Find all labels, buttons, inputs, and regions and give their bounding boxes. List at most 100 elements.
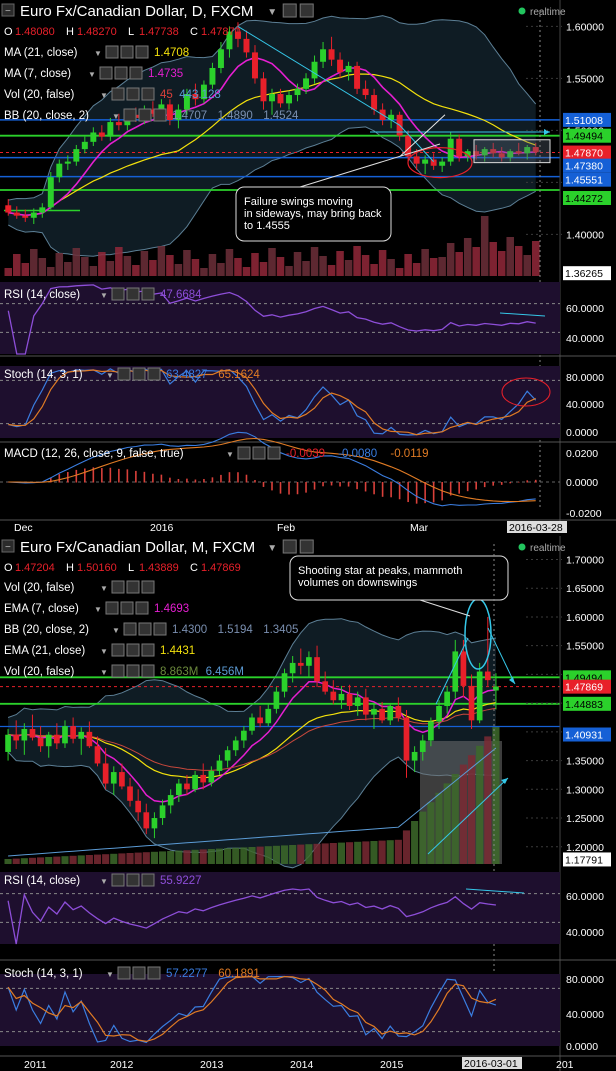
eye-icon[interactable] (111, 873, 125, 887)
settings-icon[interactable] (138, 108, 152, 122)
macd-histogram-bar (339, 482, 341, 487)
eye-icon[interactable] (105, 601, 119, 615)
eye-icon[interactable] (237, 446, 251, 460)
settings-icon[interactable] (114, 66, 128, 80)
macd-histogram-bar (84, 468, 86, 483)
eye-icon[interactable] (123, 622, 137, 636)
eye-icon[interactable] (105, 45, 119, 59)
indicator-label-0[interactable]: Vol (20, false) (4, 582, 74, 594)
candle-body (81, 141, 88, 150)
indicator-menu-chevron-icon[interactable]: ▼ (226, 450, 234, 459)
candle-body (444, 691, 450, 706)
close-icon[interactable] (147, 966, 161, 980)
settings-icon[interactable] (126, 580, 140, 594)
indicator-menu-chevron-icon[interactable]: ▼ (94, 605, 102, 614)
close-icon[interactable] (135, 45, 149, 59)
settings-icon[interactable] (299, 539, 314, 554)
indicator-label-macd[interactable]: MACD (12, 26, close, 9, false, true) (4, 448, 184, 460)
settings-icon[interactable] (132, 367, 146, 381)
candle-body (428, 721, 434, 741)
candle-body (281, 673, 288, 692)
settings-icon[interactable] (126, 873, 140, 887)
indicator-label-rsi[interactable]: RSI (14, close) (4, 289, 80, 301)
close-icon[interactable] (141, 287, 155, 301)
indicator-label-3[interactable]: BB (20, close, 2) (4, 110, 89, 122)
eye-icon[interactable] (111, 643, 125, 657)
eye-icon[interactable] (111, 664, 125, 678)
indicator-menu-chevron-icon[interactable]: ▼ (106, 970, 114, 979)
indicator-menu-chevron-icon[interactable]: ▼ (100, 877, 108, 886)
macd-histogram-bar (517, 481, 520, 483)
eye-icon[interactable] (282, 3, 297, 18)
eye-icon[interactable] (111, 87, 125, 101)
ohlc-value-c: 1.47870 (201, 26, 241, 38)
indicator-label-0[interactable]: MA (21, close) (4, 47, 78, 59)
close-icon[interactable] (141, 87, 155, 101)
indicator-label-2[interactable]: Vol (20, false) (4, 89, 74, 101)
candle-body (39, 207, 46, 213)
chevron-down-icon[interactable]: ▼ (267, 543, 277, 554)
price-tag-label: 1.44272 (565, 193, 603, 205)
volume-bar (386, 840, 394, 864)
close-icon[interactable] (141, 643, 155, 657)
eye-icon[interactable] (117, 367, 131, 381)
eye-icon[interactable] (117, 966, 131, 980)
macd-histogram-bar (390, 482, 392, 498)
close-icon[interactable] (267, 446, 281, 460)
settings-icon[interactable] (138, 622, 152, 636)
eye-icon[interactable] (282, 539, 297, 554)
settings-icon[interactable] (126, 643, 140, 657)
settings-icon[interactable] (132, 966, 146, 980)
settings-icon[interactable] (126, 287, 140, 301)
indicator-menu-chevron-icon[interactable]: ▼ (112, 112, 120, 121)
rsi-axis-label: 40.0000 (566, 333, 604, 345)
close-icon[interactable] (141, 580, 155, 594)
indicator-label-4[interactable]: Vol (20, false) (4, 666, 74, 678)
chart-title[interactable]: Euro Fx/Canadian Dollar, M, FXCM (20, 539, 255, 556)
indicator-label-3[interactable]: EMA (21, close) (4, 645, 85, 657)
eye-icon[interactable] (111, 287, 125, 301)
close-icon[interactable] (153, 108, 167, 122)
volume-bar (305, 844, 313, 864)
close-icon[interactable] (147, 367, 161, 381)
indicator-menu-chevron-icon[interactable]: ▼ (88, 70, 96, 79)
indicator-menu-chevron-icon[interactable]: ▼ (106, 371, 114, 380)
settings-icon[interactable] (126, 664, 140, 678)
indicator-label-1[interactable]: EMA (7, close) (4, 603, 79, 615)
chevron-down-icon[interactable]: ▼ (267, 7, 277, 18)
settings-icon[interactable] (120, 45, 134, 59)
close-icon[interactable] (135, 601, 149, 615)
close-icon[interactable] (129, 66, 143, 80)
indicator-value: 1.4890 (218, 110, 253, 122)
indicator-menu-chevron-icon[interactable]: ▼ (100, 91, 108, 100)
indicator-menu-chevron-icon[interactable]: ▼ (100, 647, 108, 656)
ohlc-value-o: 1.48080 (15, 26, 55, 38)
indicator-label-rsi[interactable]: RSI (14, close) (4, 875, 80, 887)
indicator-menu-chevron-icon[interactable]: ▼ (100, 668, 108, 677)
close-icon[interactable] (153, 622, 167, 636)
eye-icon[interactable] (123, 108, 137, 122)
close-icon[interactable] (141, 873, 155, 887)
settings-icon[interactable] (120, 601, 134, 615)
indicator-label-stoch[interactable]: Stoch (14, 3, 1) (4, 369, 83, 381)
indicator-menu-chevron-icon[interactable]: ▼ (100, 291, 108, 300)
eye-icon[interactable] (99, 66, 113, 80)
settings-icon[interactable] (252, 446, 266, 460)
volume-bar (47, 267, 55, 276)
indicator-menu-chevron-icon[interactable]: ▼ (94, 49, 102, 58)
volume-bar (429, 258, 438, 276)
volume-bar (21, 263, 30, 276)
indicator-label-1[interactable]: MA (7, close) (4, 68, 71, 80)
close-icon[interactable] (141, 664, 155, 678)
indicator-label-stoch[interactable]: Stoch (14, 3, 1) (4, 968, 83, 980)
settings-icon[interactable] (126, 87, 140, 101)
volume-bar (232, 847, 240, 864)
volume-bar (72, 248, 81, 276)
indicator-menu-chevron-icon[interactable]: ▼ (112, 626, 120, 635)
indicator-label-2[interactable]: BB (20, close, 2) (4, 624, 89, 636)
candle-body (5, 734, 11, 752)
indicator-menu-chevron-icon[interactable]: ▼ (100, 584, 108, 593)
chart-title[interactable]: Euro Fx/Canadian Dollar, D, FXCM (20, 3, 253, 20)
eye-icon[interactable] (111, 580, 125, 594)
settings-icon[interactable] (299, 3, 314, 18)
